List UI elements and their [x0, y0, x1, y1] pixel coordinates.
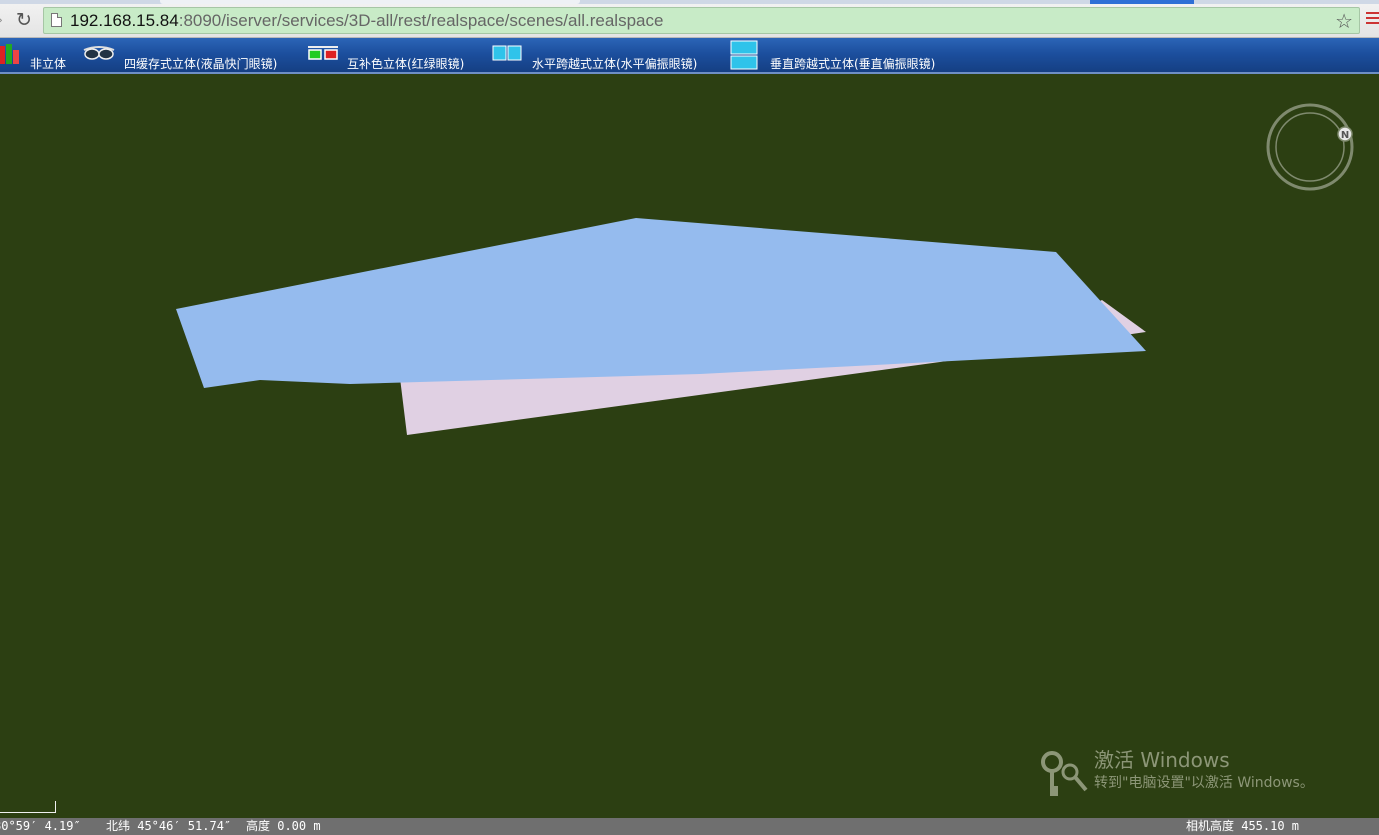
mono-view-button[interactable]: 非立体: [0, 38, 70, 72]
shutter-stereo-label: 四缓存式立体(液晶快门眼镜): [124, 57, 278, 71]
address-bar[interactable]: 192.168.15.84:8090/iserver/services/3D-a…: [43, 7, 1360, 34]
browser-menu-icon[interactable]: [1366, 12, 1379, 28]
activation-subtitle: 转到"电脑设置"以激活 Windows。: [1094, 775, 1314, 791]
compass-north-icon[interactable]: N: [1337, 126, 1353, 142]
url-text[interactable]: 192.168.15.84:8090/iserver/services/3D-a…: [70, 11, 663, 31]
url-path: :8090/iserver/services/3D-all/rest/reals…: [178, 11, 664, 30]
reload-icon[interactable]: ↻: [12, 8, 36, 32]
camera-altitude-readout: 相机高度 455.10 m: [1186, 819, 1300, 833]
anaglyph-glasses-icon: [308, 46, 338, 60]
key-icon: [1041, 751, 1088, 796]
forward-icon[interactable]: ›: [0, 14, 6, 26]
shutter-stereo-button[interactable]: 四缓存式立体(液晶快门眼镜): [82, 38, 297, 72]
horizontal-split-icon: [492, 45, 522, 61]
scene-canvas[interactable]: N: [0, 74, 1379, 818]
vertical-split-icon: [730, 40, 758, 70]
vertical-stereo-label: 垂直跨越式立体(垂直偏振眼镜): [770, 57, 936, 71]
page-icon: [51, 13, 62, 27]
mono-view-label: 非立体: [30, 57, 67, 71]
horizontal-stereo-button[interactable]: 水平跨越式立体(水平偏振眼镜): [492, 38, 722, 72]
compass-ring[interactable]: [1266, 103, 1354, 191]
browser-toolbar: › ↻ 192.168.15.84:8090/iserver/services/…: [0, 0, 1379, 38]
stereo-mode-toolbar: 非立体 四缓存式立体(液晶快门眼镜) 互补色立体(红绿眼镜) 水平跨越式立体(水…: [0, 38, 1379, 74]
horizontal-stereo-label: 水平跨越式立体(水平偏振眼镜): [532, 57, 698, 71]
activation-title: 激活 Windows: [1094, 748, 1230, 772]
shutter-glasses-icon: [83, 46, 115, 60]
latitude-readout: 北纬 45°46′ 51.74″: [106, 819, 232, 833]
anaglyph-stereo-label: 互补色立体(红绿眼镜): [347, 57, 465, 71]
altitude-readout: 高度 0.00 m: [246, 819, 321, 833]
compass-north-label: N: [1341, 130, 1349, 141]
bookmark-star-icon[interactable]: ☆: [1335, 9, 1353, 33]
longitude-readout: 80°59′ 4.19″: [0, 819, 81, 833]
blue-polygon[interactable]: [176, 218, 1146, 388]
browser-tab-active[interactable]: [1090, 0, 1194, 4]
scene-viewport[interactable]: N: [0, 74, 1379, 818]
mono-view-icon: [0, 44, 19, 64]
vertical-stereo-button[interactable]: 垂直跨越式立体(垂直偏振眼镜): [730, 38, 960, 72]
browser-tab[interactable]: [160, 0, 580, 4]
anaglyph-stereo-button[interactable]: 互补色立体(红绿眼镜): [307, 38, 482, 72]
scale-bar: [0, 801, 56, 813]
url-host: 192.168.15.84: [70, 11, 179, 30]
status-bar: 80°59′ 4.19″ 北纬 45°46′ 51.74″ 高度 0.00 m …: [0, 818, 1379, 835]
windows-activation-watermark: 激活 Windows 转到"电脑设置"以激活 Windows。: [1040, 748, 1370, 798]
